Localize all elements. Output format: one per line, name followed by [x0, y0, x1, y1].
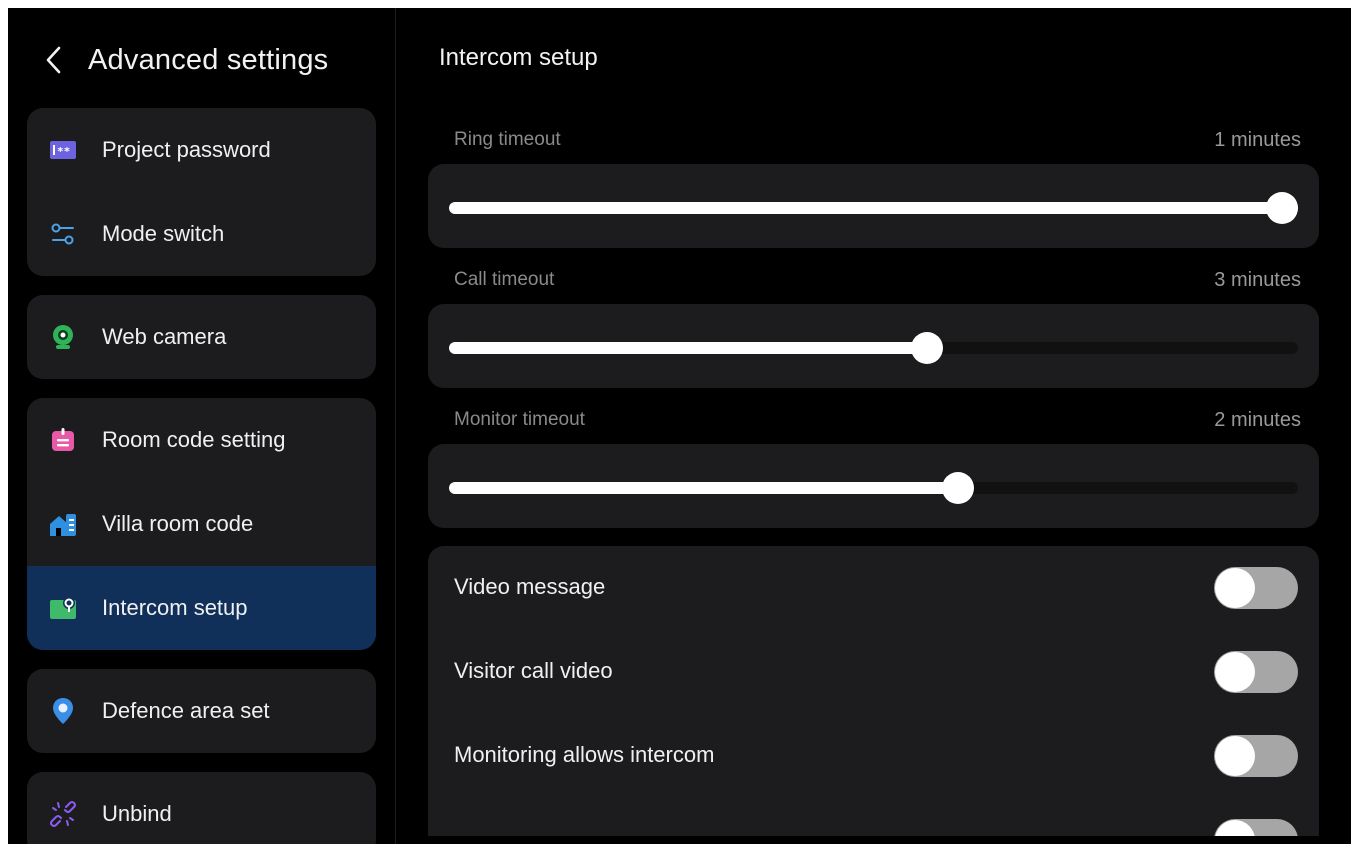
video-message-toggle[interactable]: [1214, 567, 1298, 609]
monitor-timeout-label: Monitor timeout: [454, 409, 585, 430]
monitoring-intercom-toggle[interactable]: [1214, 735, 1298, 777]
location-pin-icon: [49, 697, 77, 725]
back-button[interactable]: Advanced settings: [44, 40, 328, 80]
toggle-label: Visitor call video: [454, 658, 613, 683]
sidebar-group-security: ** Project password Mode switch: [27, 108, 376, 276]
sidebar-item-project-password[interactable]: ** Project password: [27, 108, 376, 192]
slider-thumb[interactable]: [942, 472, 975, 504]
sidebar-group-defence: Defence area set: [27, 669, 376, 753]
call-timeout-slider[interactable]: [449, 332, 1298, 364]
room-code-icon: [49, 426, 77, 454]
monitor-timeout-card: [428, 444, 1319, 528]
sidebar-group-room: Room code setting Villa room code Interc…: [27, 398, 376, 650]
sidebar-item-label: Mode switch: [102, 221, 225, 246]
sidebar-item-label: Intercom setup: [102, 595, 248, 620]
ring-timeout-card: [428, 164, 1319, 248]
partial-toggle[interactable]: [1214, 819, 1298, 836]
sidebar-item-web-camera[interactable]: Web camera: [27, 295, 376, 379]
page-title: Intercom setup: [439, 44, 598, 71]
visitor-call-video-toggle[interactable]: [1214, 651, 1298, 693]
slider-fill: [449, 202, 1298, 214]
sidebar-group-camera: Web camera: [27, 295, 376, 379]
slider-fill: [449, 342, 927, 354]
monitor-timeout-value: 2 minutes: [1214, 409, 1301, 431]
sidebar-item-label: Unbind: [102, 801, 172, 826]
web-camera-icon: [49, 323, 77, 351]
slider-fill: [449, 482, 959, 494]
sidebar: Advanced settings ** Project password Mo…: [8, 8, 396, 844]
toggle-knob: [1215, 568, 1255, 608]
sidebar-item-mode-switch[interactable]: Mode switch: [27, 192, 376, 276]
toggle-label: Video message: [454, 574, 606, 599]
sidebar-item-label: Villa room code: [102, 511, 254, 536]
sidebar-item-villa-room-code[interactable]: Villa room code: [27, 482, 376, 566]
sidebar-group-unbind: Unbind: [27, 772, 376, 844]
sidebar-item-intercom-setup[interactable]: Intercom setup: [27, 566, 376, 650]
intercom-icon: [49, 594, 77, 622]
sidebar-item-label: Web camera: [102, 324, 227, 349]
sidebar-item-label: Room code setting: [102, 427, 286, 452]
toggle-row-visitor-call-video: Visitor call video: [428, 630, 1319, 714]
toggle-knob: [1215, 820, 1255, 836]
call-timeout-card: [428, 304, 1319, 388]
slider-thumb[interactable]: [910, 332, 943, 364]
sidebar-item-label: Project password: [102, 137, 271, 162]
toggle-row-monitoring-intercom: Monitoring allows intercom: [428, 714, 1319, 798]
sidebar-title: Advanced settings: [88, 43, 329, 76]
toggle-knob: [1215, 652, 1255, 692]
mode-switch-icon: [49, 220, 77, 248]
sidebar-item-defence-area-set[interactable]: Defence area set: [27, 669, 376, 753]
sidebar-item-label: Defence area set: [102, 698, 270, 723]
screen: Advanced settings ** Project password Mo…: [8, 8, 1351, 844]
toggle-knob: [1215, 736, 1255, 776]
call-timeout-value: 3 minutes: [1214, 269, 1301, 291]
sidebar-item-room-code-setting[interactable]: Room code setting: [27, 398, 376, 482]
ring-timeout-value: 1 minutes: [1214, 129, 1301, 151]
svg-text:**: **: [57, 145, 70, 158]
toggle-list: Video message Visitor call video Monitor…: [428, 546, 1319, 836]
ring-timeout-slider[interactable]: [449, 192, 1298, 224]
toggle-label: Monitoring allows intercom: [454, 742, 715, 767]
toggle-row-video-message: Video message: [428, 546, 1319, 630]
sidebar-item-unbind[interactable]: Unbind: [27, 772, 376, 844]
monitor-timeout-slider[interactable]: [449, 472, 1298, 504]
ring-timeout-label: Ring timeout: [454, 129, 561, 150]
slider-thumb[interactable]: [1266, 192, 1298, 224]
villa-icon: [49, 510, 77, 538]
call-timeout-label: Call timeout: [454, 269, 555, 290]
main-panel: Intercom setup Ring timeout 1 minutes Ca…: [397, 8, 1351, 844]
unlink-icon: [49, 800, 77, 828]
toggle-row-partial: [428, 798, 1319, 836]
chevron-left-icon: [46, 46, 61, 74]
password-icon: **: [49, 136, 77, 164]
